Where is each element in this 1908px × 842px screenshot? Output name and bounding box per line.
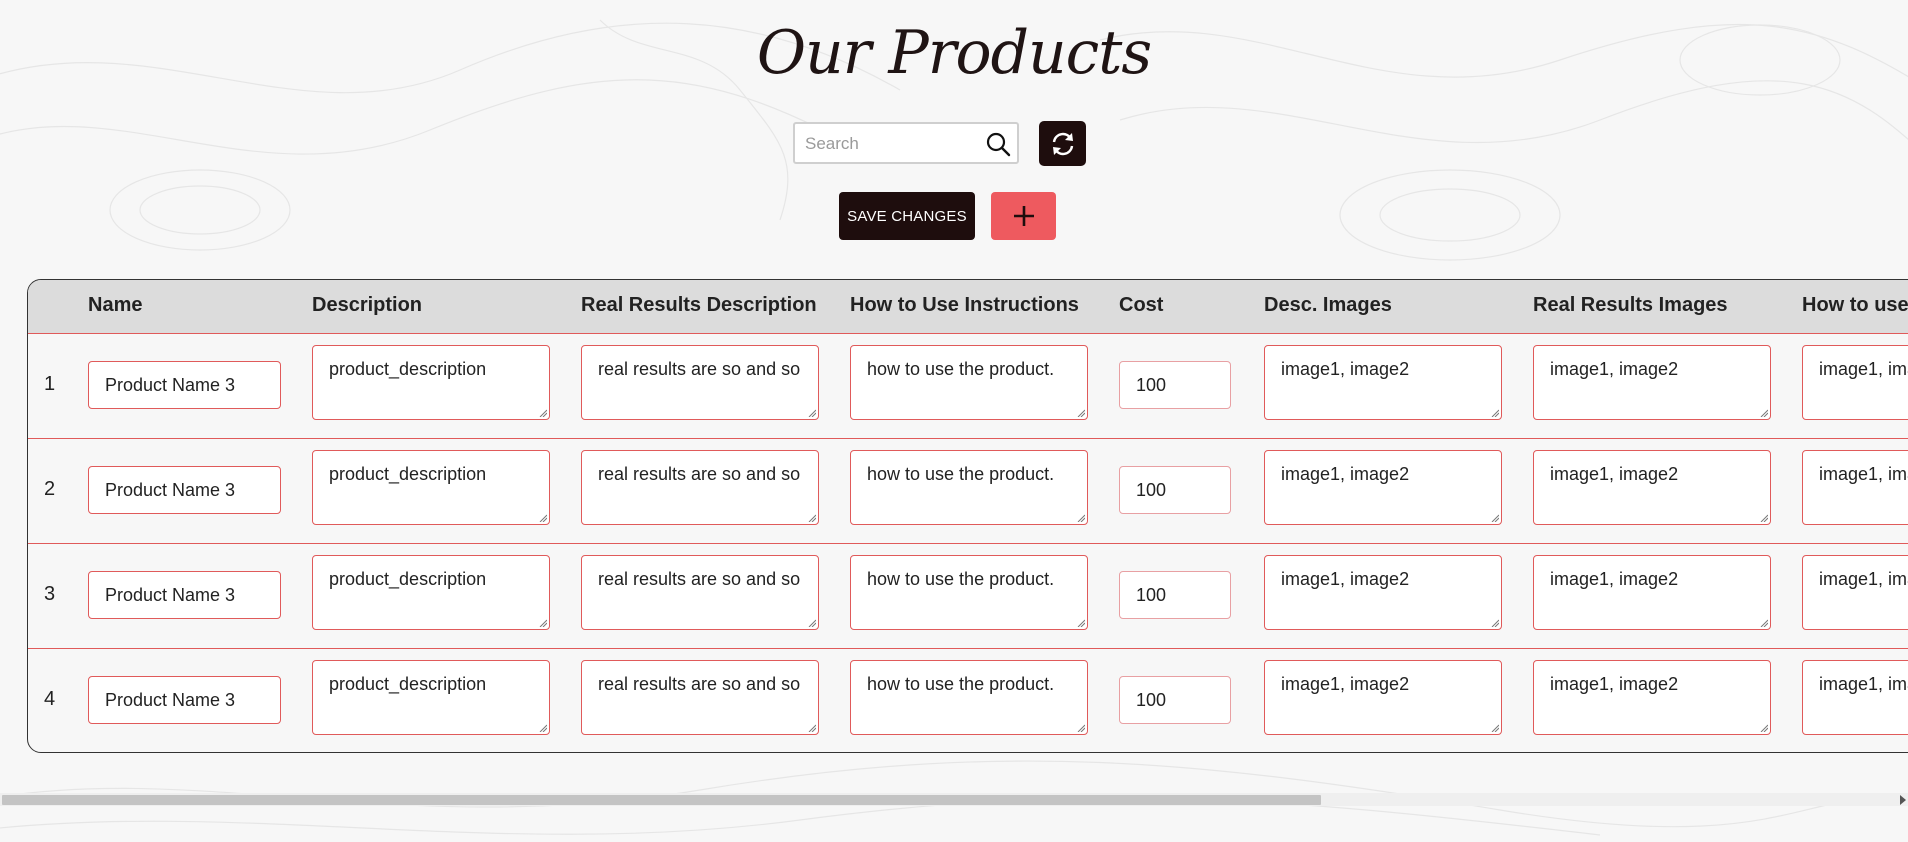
how-to-use-textarea[interactable]: how to use the product. [850,450,1088,525]
real-results-textarea[interactable]: real results are so and so [581,450,819,525]
products-table: Name Description Real Results Descriptio… [27,279,1908,753]
cost-input[interactable]: 100 [1119,466,1231,514]
description-textarea[interactable]: product_description [312,555,550,630]
resize-grip-icon[interactable] [1760,514,1768,522]
column-header-how-to-use-images: How to use I [1802,294,1908,316]
row-number: 4 [44,688,56,710]
description-textarea[interactable]: product_description [312,450,550,525]
resize-grip-icon[interactable] [1491,724,1499,732]
column-header-cost: Cost [1119,294,1164,316]
add-product-button[interactable] [991,192,1056,240]
resize-grip-icon[interactable] [808,514,816,522]
cost-input[interactable]: 100 [1119,571,1231,619]
column-header-description: Description [312,294,423,316]
table-row: 2 Product Name 3 product_description rea… [28,438,1908,544]
how-to-use-textarea[interactable]: how to use the product. [850,660,1088,735]
scrollbar-thumb[interactable] [2,795,1321,805]
table-header: Name Description Real Results Descriptio… [28,280,1908,334]
search-icon[interactable] [985,131,1011,157]
refresh-icon [1052,132,1073,155]
row-number: 1 [44,373,56,395]
name-input[interactable]: Product Name 3 [88,361,281,409]
how-to-use-images-textarea[interactable]: image1, ima [1802,345,1908,420]
page-title: Our Products [756,18,1152,88]
table-row: 3 Product Name 3 product_description rea… [28,543,1908,649]
real-results-images-textarea[interactable]: image1, image2 [1533,345,1771,420]
cost-input[interactable]: 100 [1119,361,1231,409]
resize-grip-icon[interactable] [539,514,547,522]
description-textarea[interactable]: product_description [312,660,550,735]
plus-icon [1013,206,1034,226]
scroll-right-arrow-icon[interactable] [1900,795,1906,805]
resize-grip-icon[interactable] [539,724,547,732]
desc-images-textarea[interactable]: image1, image2 [1264,450,1502,525]
resize-grip-icon[interactable] [808,409,816,417]
how-to-use-textarea[interactable]: how to use the product. [850,345,1088,420]
column-header-name: Name [88,294,143,316]
search-input[interactable] [803,126,983,162]
resize-grip-icon[interactable] [1077,724,1085,732]
resize-grip-icon[interactable] [1077,409,1085,417]
resize-grip-icon[interactable] [1491,514,1499,522]
name-input[interactable]: Product Name 3 [88,676,281,724]
refresh-button[interactable] [1039,121,1086,166]
real-results-images-textarea[interactable]: image1, image2 [1533,450,1771,525]
name-input[interactable]: Product Name 3 [88,466,281,514]
resize-grip-icon[interactable] [1491,619,1499,627]
how-to-use-textarea[interactable]: how to use the product. [850,555,1088,630]
table-row: 4 Product Name 3 product_description rea… [28,648,1908,752]
search-box[interactable] [793,122,1019,164]
desc-images-textarea[interactable]: image1, image2 [1264,555,1502,630]
column-header-real-results-images: Real Results Images [1533,294,1728,316]
resize-grip-icon[interactable] [1760,724,1768,732]
how-to-use-images-textarea[interactable]: image1, ima [1802,555,1908,630]
real-results-textarea[interactable]: real results are so and so [581,660,819,735]
column-header-how-to-use: How to Use Instructions [850,294,1079,316]
description-textarea[interactable]: product_description [312,345,550,420]
row-number: 2 [44,478,56,500]
desc-images-textarea[interactable]: image1, image2 [1264,345,1502,420]
row-number: 3 [44,583,56,605]
resize-grip-icon[interactable] [1760,619,1768,627]
column-header-desc-images: Desc. Images [1264,294,1392,316]
real-results-textarea[interactable]: real results are so and so [581,345,819,420]
name-input[interactable]: Product Name 3 [88,571,281,619]
resize-grip-icon[interactable] [1760,409,1768,417]
column-header-real-results-description: Real Results Description [581,294,817,316]
resize-grip-icon[interactable] [1077,514,1085,522]
resize-grip-icon[interactable] [1491,409,1499,417]
resize-grip-icon[interactable] [808,619,816,627]
resize-grip-icon[interactable] [1077,619,1085,627]
save-changes-button[interactable]: SAVE CHANGES [839,192,975,240]
resize-grip-icon[interactable] [539,409,547,417]
real-results-images-textarea[interactable]: image1, image2 [1533,660,1771,735]
resize-grip-icon[interactable] [808,724,816,732]
cost-input[interactable]: 100 [1119,676,1231,724]
resize-grip-icon[interactable] [539,619,547,627]
desc-images-textarea[interactable]: image1, image2 [1264,660,1502,735]
table-row: 1 Product Name 3 product_description rea… [28,333,1908,439]
how-to-use-images-textarea[interactable]: image1, ima [1802,660,1908,735]
horizontal-scrollbar[interactable] [0,793,1908,806]
how-to-use-images-textarea[interactable]: image1, ima [1802,450,1908,525]
real-results-textarea[interactable]: real results are so and so [581,555,819,630]
real-results-images-textarea[interactable]: image1, image2 [1533,555,1771,630]
